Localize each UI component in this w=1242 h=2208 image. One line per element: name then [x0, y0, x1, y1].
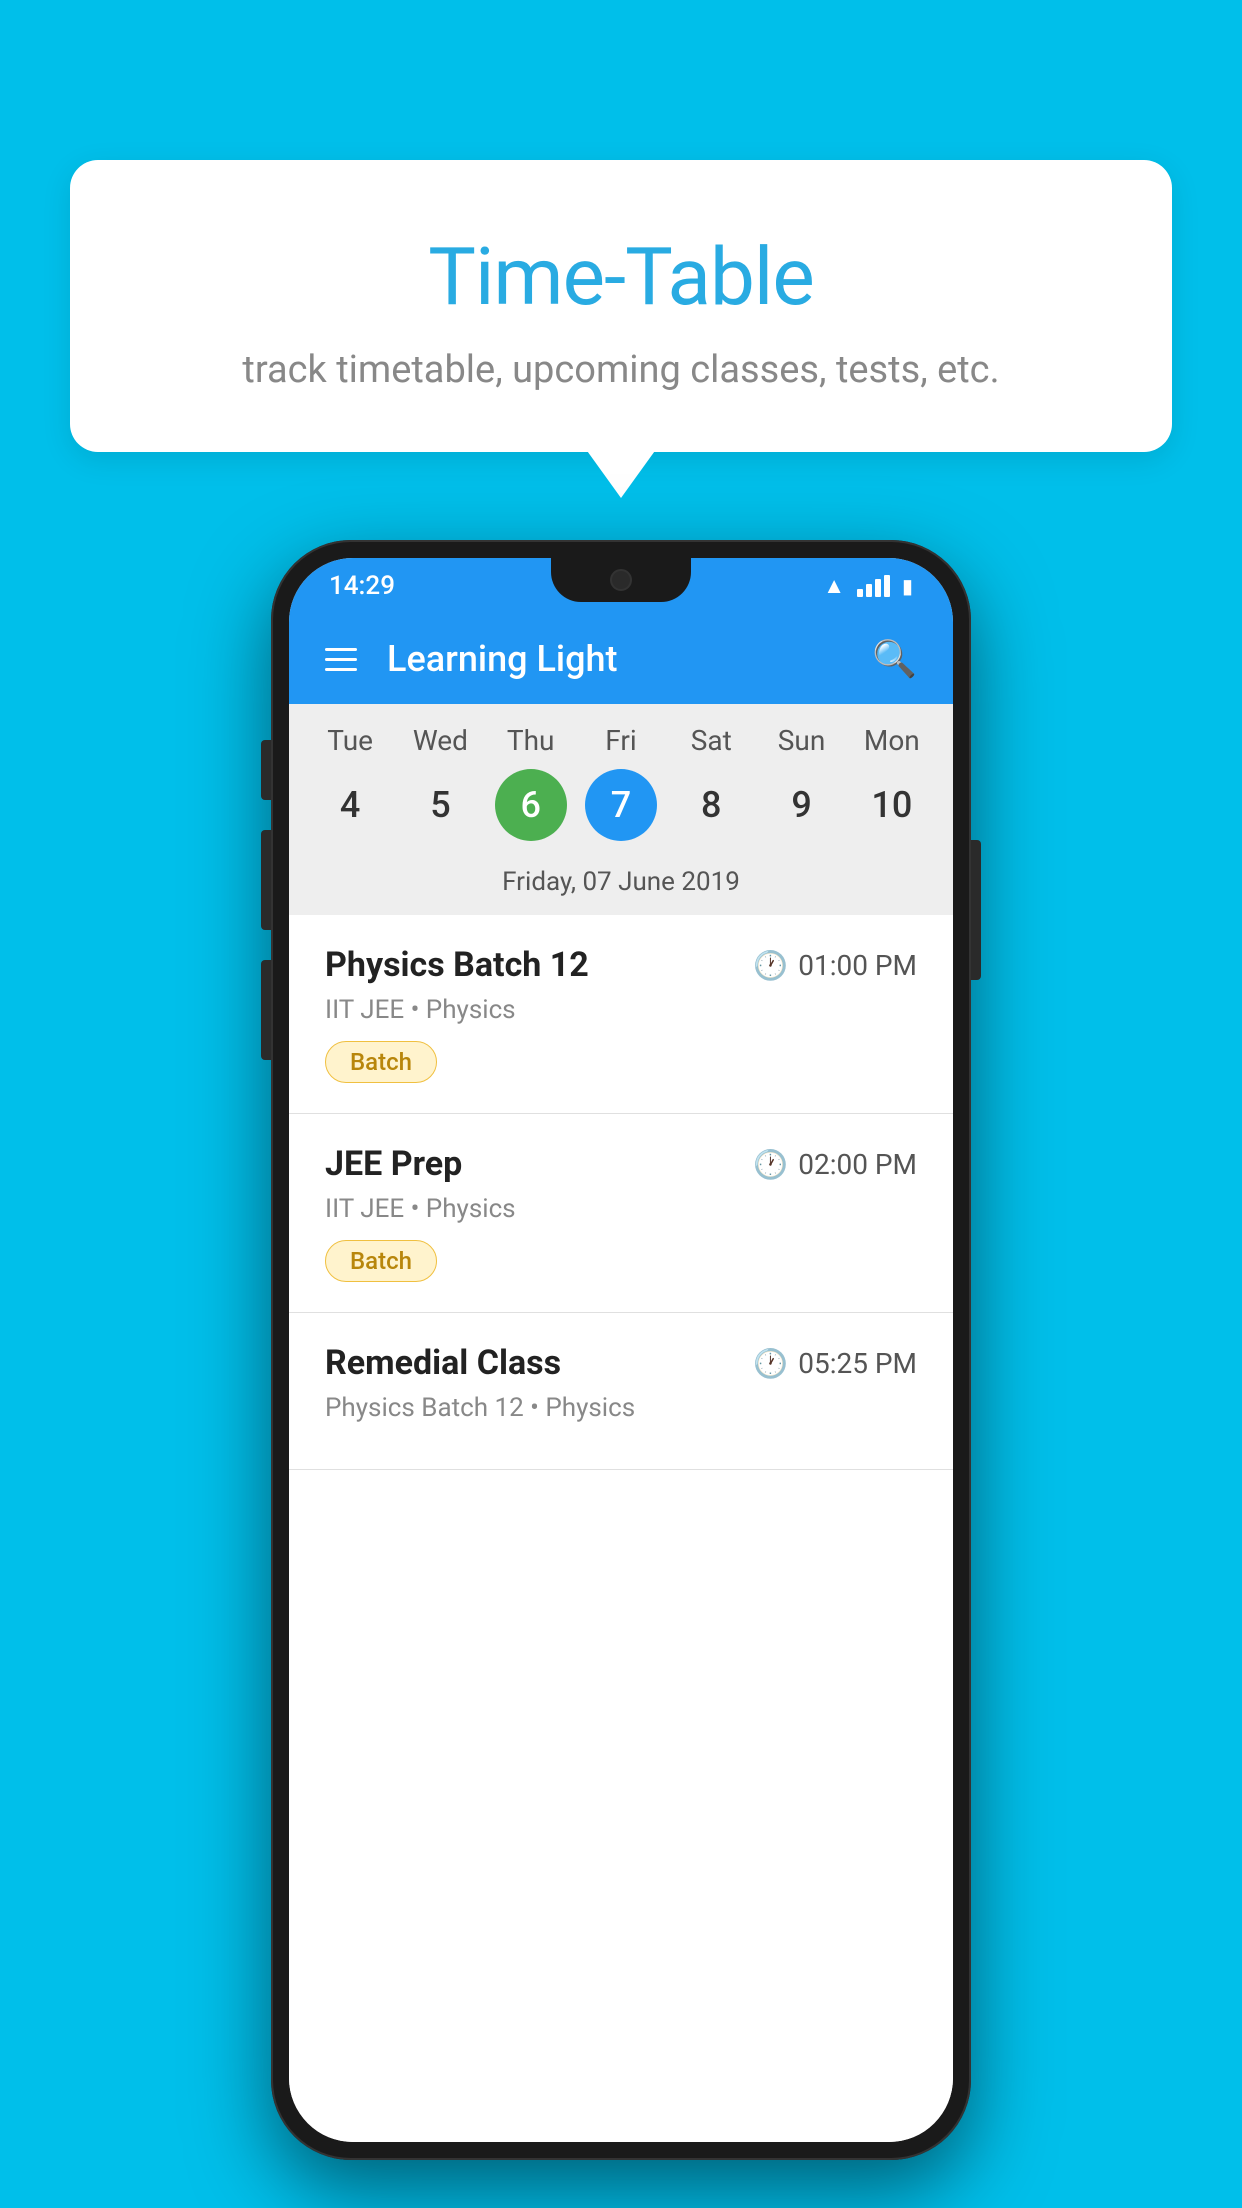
date-cell-6-today[interactable]: 6	[495, 769, 567, 841]
schedule-item-1-time: 🕐 01:00 PM	[753, 949, 917, 982]
schedule-item-3-meta: Physics Batch 12 • Physics	[325, 1393, 917, 1423]
day-label-fri: Fri	[585, 724, 657, 757]
day-label-wed: Wed	[404, 724, 476, 757]
schedule-item-3[interactable]: Remedial Class 🕐 05:25 PM Physics Batch …	[289, 1313, 953, 1470]
calendar-days-header: Tue Wed Thu Fri Sat Sun Mon	[289, 724, 953, 757]
schedule-item-2-meta: IIT JEE • Physics	[325, 1194, 917, 1224]
schedule-item-2-time: 🕐 02:00 PM	[753, 1148, 917, 1181]
status-icons: ▲ ▮	[823, 573, 913, 599]
status-time: 14:29	[329, 571, 395, 601]
date-cell-5[interactable]: 5	[404, 769, 476, 841]
day-label-thu: Thu	[495, 724, 567, 757]
schedule-item-3-name: Remedial Class	[325, 1343, 561, 1383]
phone-outer: 14:29 ▲ ▮	[271, 540, 971, 2160]
schedule-item-1-badge: Batch	[325, 1041, 437, 1083]
tooltip-title: Time-Table	[130, 230, 1112, 324]
clock-icon-1: 🕐	[753, 949, 788, 982]
phone-notch	[551, 558, 691, 602]
phone-side-button-vol-down	[261, 960, 271, 1060]
date-cell-4[interactable]: 4	[314, 769, 386, 841]
schedule-item-1[interactable]: Physics Batch 12 🕐 01:00 PM IIT JEE • Ph…	[289, 915, 953, 1114]
phone-mockup: 14:29 ▲ ▮	[271, 540, 971, 2160]
selected-date-label: Friday, 07 June 2019	[289, 857, 953, 915]
wifi-icon: ▲	[823, 573, 845, 599]
phone-side-button-power	[971, 840, 981, 980]
battery-icon: ▮	[902, 574, 913, 598]
day-label-tue: Tue	[314, 724, 386, 757]
phone-side-button-mute	[261, 740, 271, 800]
phone-camera	[610, 569, 632, 591]
tooltip-card: Time-Table track timetable, upcoming cla…	[70, 160, 1172, 452]
schedule-item-2-header: JEE Prep 🕐 02:00 PM	[325, 1144, 917, 1184]
menu-icon[interactable]	[325, 648, 357, 671]
day-label-sat: Sat	[675, 724, 747, 757]
day-label-sun: Sun	[766, 724, 838, 757]
date-cell-9[interactable]: 9	[766, 769, 838, 841]
date-cell-7-selected[interactable]: 7	[585, 769, 657, 841]
schedule-item-1-meta: IIT JEE • Physics	[325, 995, 917, 1025]
app-header: Learning Light 🔍	[289, 614, 953, 704]
date-cell-8[interactable]: 8	[675, 769, 747, 841]
calendar-section: Tue Wed Thu Fri Sat Sun Mon 4 5 6 7 8 9 …	[289, 704, 953, 915]
tooltip-subtitle: track timetable, upcoming classes, tests…	[130, 348, 1112, 392]
schedule-item-3-time: 🕐 05:25 PM	[753, 1347, 917, 1380]
schedule-item-2[interactable]: JEE Prep 🕐 02:00 PM IIT JEE • Physics Ba…	[289, 1114, 953, 1313]
schedule-item-2-badge: Batch	[325, 1240, 437, 1282]
clock-icon-3: 🕐	[753, 1347, 788, 1380]
phone-side-button-vol-up	[261, 830, 271, 930]
schedule-item-3-header: Remedial Class 🕐 05:25 PM	[325, 1343, 917, 1383]
schedule-list: Physics Batch 12 🕐 01:00 PM IIT JEE • Ph…	[289, 915, 953, 2142]
calendar-dates: 4 5 6 7 8 9 10	[289, 769, 953, 841]
app-title: Learning Light	[387, 638, 872, 680]
clock-icon-2: 🕐	[753, 1148, 788, 1181]
search-icon[interactable]: 🔍	[872, 638, 917, 680]
schedule-item-2-name: JEE Prep	[325, 1144, 462, 1184]
phone-screen: 14:29 ▲ ▮	[289, 558, 953, 2142]
schedule-item-1-name: Physics Batch 12	[325, 945, 589, 985]
signal-icon	[857, 575, 890, 597]
date-cell-10[interactable]: 10	[856, 769, 928, 841]
schedule-item-1-header: Physics Batch 12 🕐 01:00 PM	[325, 945, 917, 985]
day-label-mon: Mon	[856, 724, 928, 757]
